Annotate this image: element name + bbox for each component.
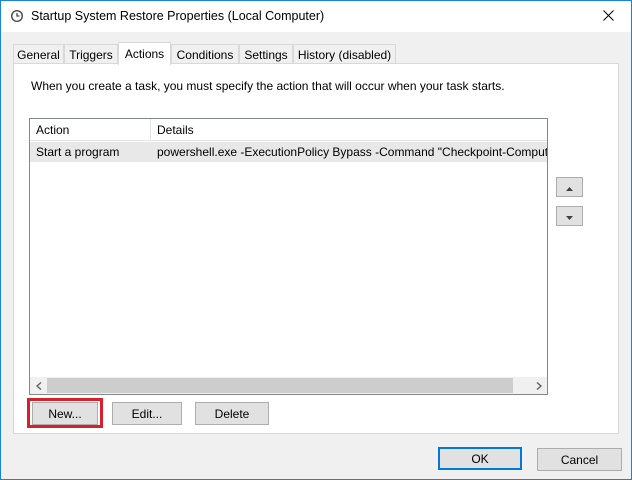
close-button[interactable] — [585, 1, 631, 32]
triangle-up-icon — [566, 180, 573, 194]
ok-button[interactable]: OK — [438, 447, 522, 470]
move-down-button[interactable] — [556, 206, 583, 226]
delete-button-label: Delete — [214, 406, 250, 421]
delete-action-button[interactable]: Delete — [195, 402, 269, 425]
edit-button-label: Edit... — [131, 406, 163, 421]
ok-button-label: OK — [471, 451, 489, 466]
horizontal-scrollbar[interactable] — [30, 377, 547, 394]
title-bar: Startup System Restore Properties (Local… — [1, 1, 631, 32]
tab-settings[interactable]: Settings — [239, 44, 293, 64]
move-up-button[interactable] — [556, 177, 583, 197]
table-row[interactable]: Start a program powershell.exe -Executio… — [30, 142, 547, 162]
close-icon — [602, 9, 614, 24]
properties-dialog: Startup System Restore Properties (Local… — [0, 0, 632, 480]
tab-triggers[interactable]: Triggers — [64, 44, 118, 64]
cancel-button-label: Cancel — [560, 452, 599, 467]
window-title: Startup System Restore Properties (Local… — [31, 9, 325, 23]
new-action-button[interactable]: New... — [32, 402, 98, 425]
triangle-down-icon — [566, 209, 573, 223]
tab-conditions[interactable]: Conditions — [171, 44, 239, 64]
tab-actions[interactable]: Actions — [118, 42, 171, 65]
clock-icon — [10, 9, 24, 23]
chevron-right-icon — [536, 379, 542, 393]
column-header-details[interactable]: Details — [151, 119, 547, 141]
scroll-right-button[interactable] — [530, 377, 547, 394]
actions-panel: When you create a task, you must specify… — [13, 63, 619, 434]
details-cell: powershell.exe -ExecutionPolicy Bypass -… — [157, 145, 547, 159]
edit-action-button[interactable]: Edit... — [112, 402, 182, 425]
list-header: Action Details — [30, 119, 547, 141]
instructions-text: When you create a task, you must specify… — [31, 79, 505, 93]
scroll-thumb[interactable] — [47, 378, 513, 393]
tab-strip: General Triggers Actions Conditions Sett… — [13, 42, 619, 65]
action-cell: Start a program — [36, 145, 120, 159]
tab-general[interactable]: General — [13, 44, 64, 64]
new-button-label: New... — [48, 406, 82, 421]
tab-history[interactable]: History (disabled) — [293, 44, 396, 64]
cancel-button[interactable]: Cancel — [537, 448, 622, 471]
scroll-left-button[interactable] — [30, 377, 47, 394]
column-header-action[interactable]: Action — [30, 119, 151, 141]
actions-list[interactable]: Action Details Start a program powershel… — [29, 118, 548, 395]
chevron-left-icon — [35, 379, 42, 393]
